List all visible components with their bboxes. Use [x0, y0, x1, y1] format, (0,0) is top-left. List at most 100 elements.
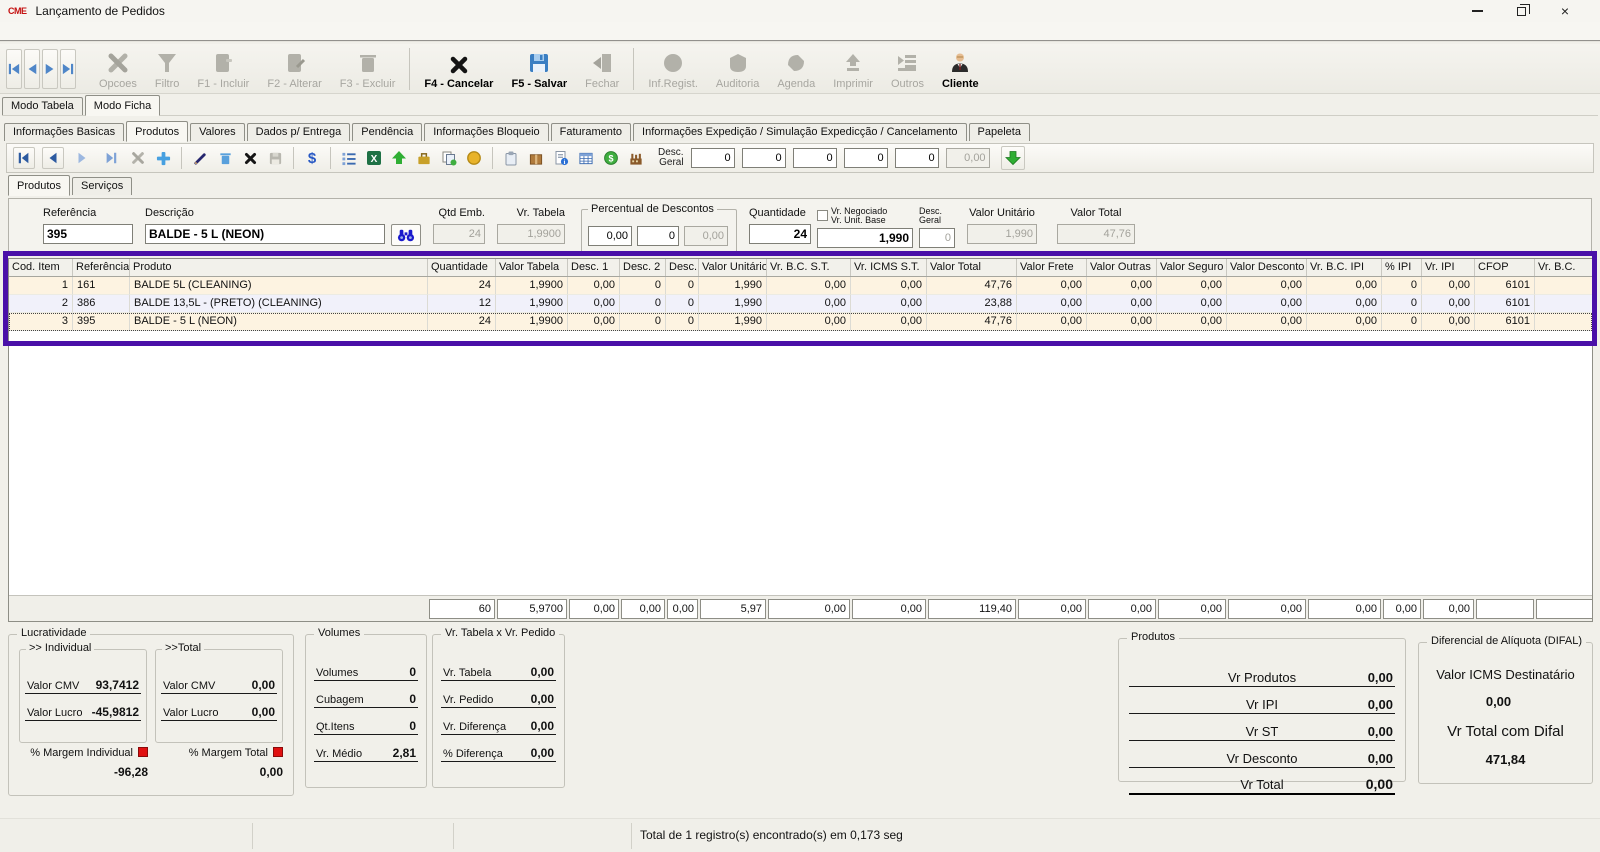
column-header[interactable]: Vr. B.C. S.T.	[767, 259, 851, 276]
value-row: Vr. Diferença0,00	[441, 719, 556, 735]
factory-icon[interactable]	[627, 149, 645, 167]
tab-modo-tabela[interactable]: Modo Tabela	[2, 97, 83, 115]
item-last-button[interactable]	[100, 147, 122, 169]
column-header[interactable]: Valor Seguro	[1157, 259, 1227, 276]
nav-next-button[interactable]	[42, 49, 58, 89]
outros-button[interactable]: Outros	[882, 46, 933, 92]
restore-button[interactable]	[1514, 4, 1528, 18]
item-edit-icon[interactable]	[191, 149, 209, 167]
document-info-icon[interactable]: i	[552, 149, 570, 167]
imprimir-button[interactable]: Imprimir	[824, 46, 882, 92]
clipboard-icon[interactable]	[502, 149, 520, 167]
column-header[interactable]: Valor Total	[927, 259, 1017, 276]
column-header[interactable]: Quantidade	[428, 259, 496, 276]
nav-first-button[interactable]	[6, 49, 22, 89]
price-dollar-icon[interactable]: $	[303, 149, 321, 167]
search-product-button[interactable]	[391, 224, 421, 246]
table-row[interactable]: 3395BALDE - 5 L (NEON)241,99000,00001,99…	[9, 313, 1592, 331]
nav-prev-button[interactable]	[24, 49, 40, 89]
column-header[interactable]: Desc. 2	[620, 259, 666, 276]
opcoes-button[interactable]: Opcoes	[90, 46, 146, 92]
desc-geral-field-1[interactable]	[691, 148, 735, 168]
prev-record-icon	[26, 63, 38, 75]
column-header[interactable]: Cod. Item	[9, 259, 73, 276]
column-header[interactable]: Valor Desconto	[1227, 259, 1307, 276]
vr-negociado-checkbox[interactable]	[817, 210, 828, 221]
vr-negociado-input[interactable]	[817, 228, 913, 248]
column-header[interactable]: Desc. 1	[568, 259, 620, 276]
copy-documents-icon[interactable]	[440, 149, 458, 167]
numbered-list-icon[interactable]	[340, 149, 358, 167]
column-header[interactable]: Vr. ICMS S.T.	[851, 259, 927, 276]
nav-last-button[interactable]	[60, 49, 76, 89]
table-row[interactable]: 2386BALDE 13,5L - (PRETO) (CLEANING)121,…	[9, 295, 1592, 313]
item-prev-button[interactable]	[42, 147, 64, 169]
money-globe-icon[interactable]: $	[602, 149, 620, 167]
column-header[interactable]: Vr. B.C.	[1535, 259, 1594, 276]
f4-cancelar-button[interactable]: F4 - Cancelar	[415, 46, 502, 92]
tab-informações-basicas[interactable]: Informações Basicas	[4, 123, 124, 141]
close-button[interactable]: ×	[1558, 4, 1572, 18]
inf-regist-button[interactable]: Inf.Regist.	[639, 46, 707, 92]
column-header[interactable]: Produto	[130, 259, 428, 276]
tab-produtos[interactable]: Produtos	[126, 121, 188, 142]
item-next-button[interactable]	[71, 147, 93, 169]
value-amount: 0,00	[531, 746, 554, 760]
desc-geral-field-2[interactable]	[742, 148, 786, 168]
column-header[interactable]: Valor Tabela	[496, 259, 568, 276]
column-header[interactable]: CFOP	[1475, 259, 1535, 276]
column-header[interactable]: Valor Frete	[1017, 259, 1087, 276]
package-icon[interactable]	[527, 149, 545, 167]
item-first-button[interactable]	[13, 147, 35, 169]
desconto-1-input[interactable]	[588, 226, 632, 246]
item-tools-icon[interactable]	[129, 149, 147, 167]
filtro-button[interactable]: Filtro	[146, 46, 188, 92]
desc-geral-field-5[interactable]	[895, 148, 939, 168]
item-add-icon[interactable]	[154, 149, 172, 167]
tab-papeleta[interactable]: Papeleta	[969, 123, 1030, 141]
tab-valores[interactable]: Valores	[190, 123, 244, 141]
column-header[interactable]: % IPI	[1382, 259, 1422, 276]
tab-modo-ficha[interactable]: Modo Ficha	[85, 95, 160, 116]
upload-arrow-icon[interactable]	[390, 149, 408, 167]
quantidade-input[interactable]	[749, 224, 811, 244]
tab-informações-bloqueio[interactable]: Informações Bloqueio	[424, 123, 548, 141]
auditoria-button[interactable]: Auditoria	[707, 46, 768, 92]
desconto-2-input[interactable]	[637, 226, 679, 246]
item-cancel-icon[interactable]	[241, 149, 259, 167]
f1-incluir-button[interactable]: F1 - Incluir	[188, 46, 258, 92]
coin-icon[interactable]	[465, 149, 483, 167]
minimize-button[interactable]	[1470, 4, 1484, 18]
column-header[interactable]: Vr. B.C. IPI	[1307, 259, 1382, 276]
briefcase-icon[interactable]	[415, 149, 433, 167]
f2-alterar-button[interactable]: F2 - Alterar	[258, 46, 330, 92]
column-header[interactable]: Valor Unitário	[699, 259, 767, 276]
tab-informações-expedição-simulação-expedicção-cancelamento[interactable]: Informações Expedição / Simulação Expedi…	[633, 123, 967, 141]
f5-salvar-button[interactable]: F5 - Salvar	[502, 46, 576, 92]
value-label: Volumes	[316, 667, 358, 679]
desc-geral-field-4[interactable]	[844, 148, 888, 168]
referencia-input[interactable]	[43, 224, 133, 244]
vr-tabela-input	[497, 224, 565, 244]
tab-produtos[interactable]: Produtos	[8, 175, 70, 196]
tab-pendência[interactable]: Pendência	[352, 123, 422, 141]
cliente-button[interactable]: Cliente	[933, 46, 988, 92]
column-header[interactable]: Desc. 3	[666, 259, 699, 276]
desc-geral-form-input[interactable]	[919, 228, 955, 248]
table-grid-icon[interactable]	[577, 149, 595, 167]
f3-excluir-button[interactable]: F3 - Excluir	[331, 46, 405, 92]
tab-dados-p-entrega[interactable]: Dados p/ Entrega	[247, 123, 351, 141]
desc-geral-field-3[interactable]	[793, 148, 837, 168]
apply-discount-button[interactable]	[1001, 146, 1025, 170]
column-header[interactable]: Vr. IPI	[1422, 259, 1475, 276]
column-header[interactable]: Valor Outras	[1087, 259, 1157, 276]
table-row[interactable]: 1161BALDE 5L (CLEANING)241,99000,00001,9…	[9, 277, 1592, 295]
excel-export-icon[interactable]: X	[365, 149, 383, 167]
column-header[interactable]: Referência	[73, 259, 130, 276]
fechar-button[interactable]: Fechar	[576, 46, 628, 92]
tab-serviços[interactable]: Serviços	[72, 177, 132, 195]
tab-faturamento[interactable]: Faturamento	[551, 123, 631, 141]
item-delete-icon[interactable]	[216, 149, 234, 167]
agenda-button[interactable]: Agenda	[768, 46, 824, 92]
descricao-input[interactable]	[145, 224, 385, 244]
